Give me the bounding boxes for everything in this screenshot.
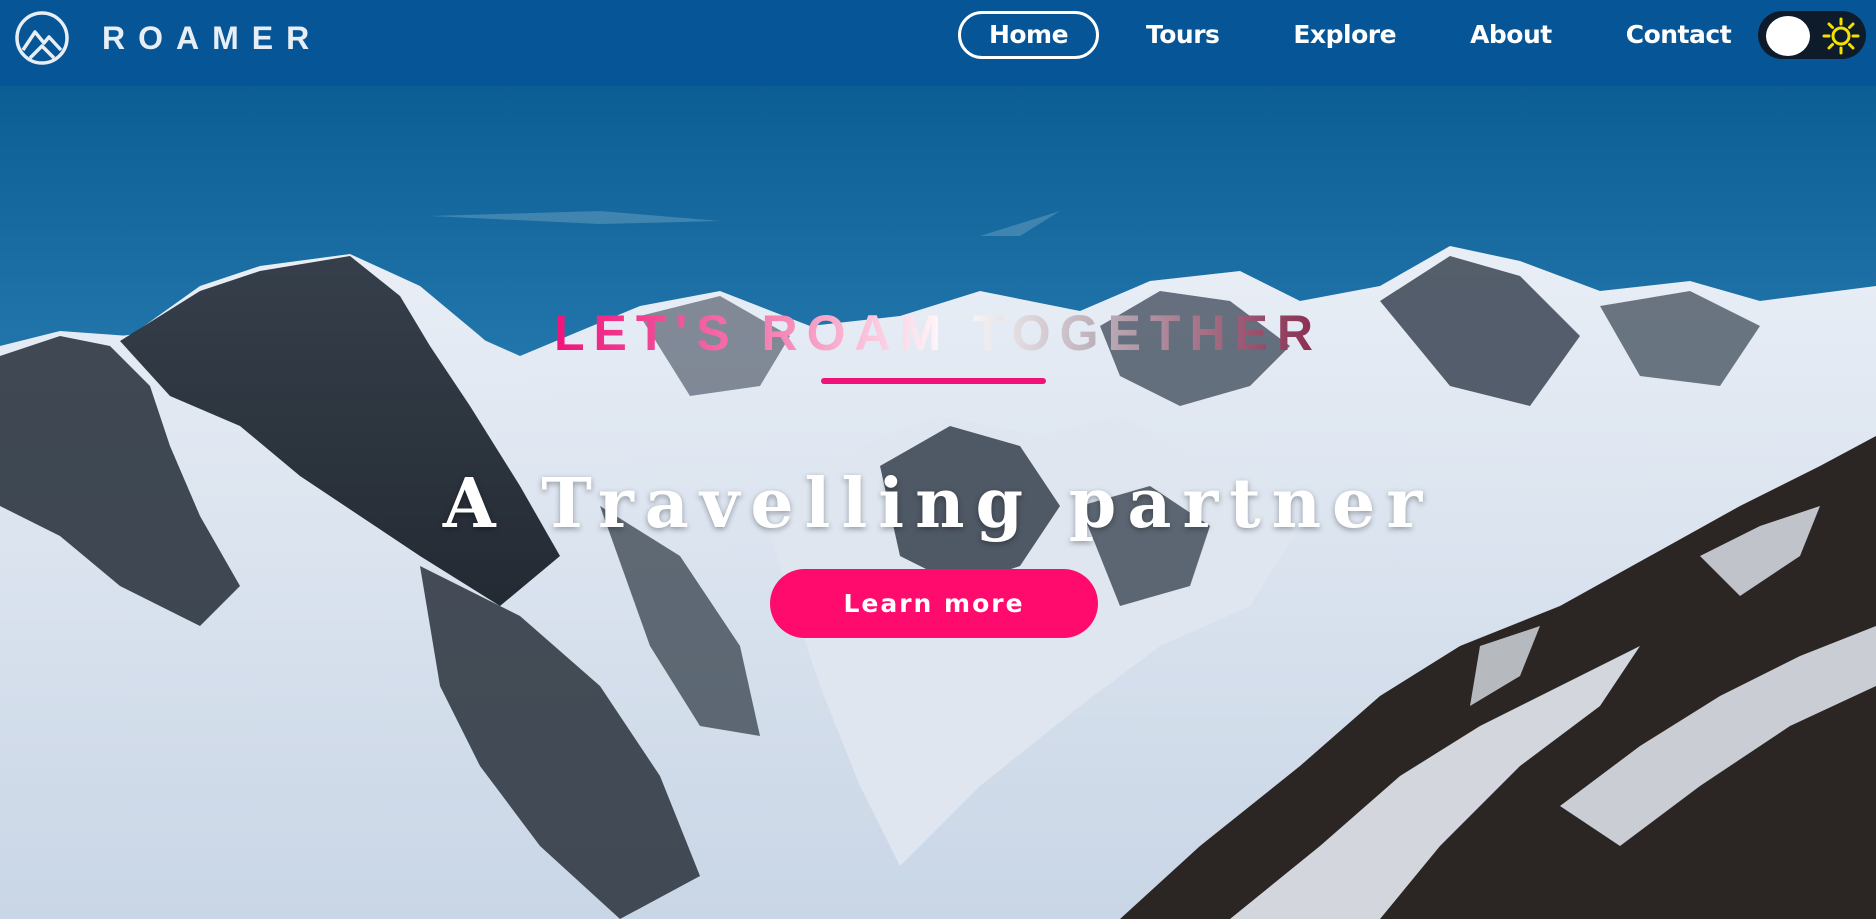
mountain-circle-logo-icon (15, 11, 69, 65)
navbar: ROAMER Home Tours Explore About Contact (0, 0, 1876, 86)
hero-headline: A Travelling partner (442, 464, 1434, 544)
theme-toggle[interactable] (1758, 11, 1866, 59)
nav-explore[interactable]: Explore (1262, 11, 1427, 59)
tagline-text: LET'S ROAM TOGETHER (553, 305, 1323, 361)
tagline-underline (821, 378, 1046, 384)
nav-home[interactable]: Home (958, 11, 1099, 59)
learn-more-button[interactable]: Learn more (770, 569, 1098, 638)
hero: LET'S ROAM TOGETHER A Travelling partner… (0, 86, 1876, 919)
brand[interactable]: ROAMER (14, 9, 322, 67)
sun-icon (1822, 17, 1860, 55)
hero-tagline: LET'S ROAM TOGETHER (0, 304, 1876, 362)
nav-tours[interactable]: Tours (1115, 11, 1250, 59)
main-nav: Home Tours Explore About Contact (958, 9, 1762, 61)
brand-name: ROAMER (102, 19, 323, 56)
toggle-knob (1766, 16, 1810, 56)
nav-about[interactable]: About (1439, 11, 1583, 59)
nav-contact[interactable]: Contact (1595, 11, 1762, 59)
